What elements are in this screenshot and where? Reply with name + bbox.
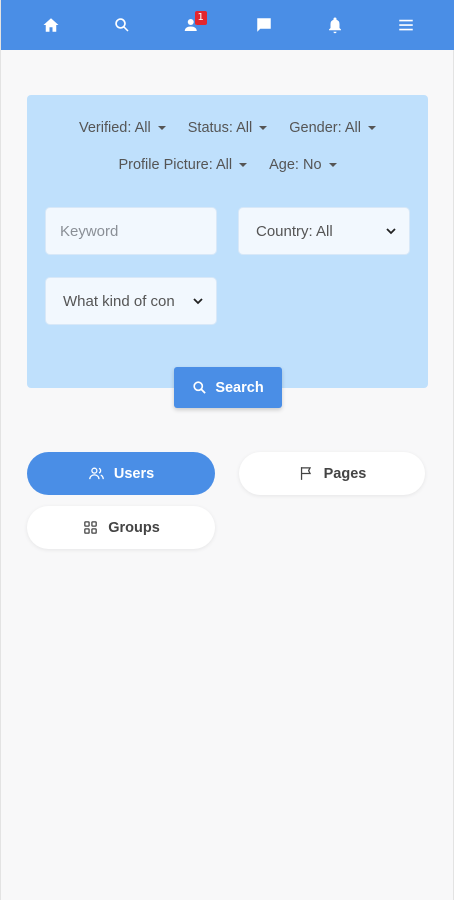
search-button[interactable]: Search: [174, 367, 282, 408]
friend-requests-button[interactable]: 1: [175, 7, 211, 43]
country-select[interactable]: Country: All: [238, 207, 410, 255]
caret-down-icon: [239, 163, 248, 167]
tab-pages-label: Pages: [323, 465, 367, 482]
age-filter-label: Age: No: [269, 157, 322, 173]
search-icon: [193, 381, 207, 394]
country-select-value: Country: All: [256, 222, 333, 240]
profile-picture-filter-label: Profile Picture: All: [118, 157, 233, 173]
filter-row-2: Profile Picture: All Age: No: [27, 157, 428, 173]
grid-icon: [84, 521, 98, 534]
age-filter[interactable]: Age: No: [269, 157, 337, 173]
home-icon: [43, 18, 58, 32]
tab-users-label: Users: [113, 465, 155, 482]
chat-icon: [256, 18, 271, 32]
messages-button[interactable]: [246, 7, 282, 43]
search-button-label: Search: [215, 379, 264, 396]
content-kind-value: What kind of con: [63, 292, 175, 310]
keyword-input[interactable]: Keyword: [45, 207, 217, 255]
verified-filter[interactable]: Verified: All: [79, 120, 166, 136]
status-filter-label: Status: All: [187, 120, 253, 136]
content-kind-select[interactable]: What kind of con: [45, 277, 217, 325]
filter-row-1: Verified: All Status: All Gender: All: [27, 120, 428, 136]
search-nav-button[interactable]: [104, 7, 140, 43]
notifications-button[interactable]: [317, 7, 353, 43]
tab-groups[interactable]: Groups: [27, 506, 215, 549]
search-icon: [114, 18, 129, 32]
gender-filter-label: Gender: All: [289, 120, 361, 136]
bell-icon: [328, 17, 341, 34]
home-button[interactable]: [33, 7, 69, 43]
tab-pages[interactable]: Pages: [239, 452, 425, 495]
caret-down-icon: [157, 126, 166, 130]
chevron-down-icon: [385, 225, 397, 237]
search-filter-panel: Verified: All Status: All Gender: All Pr…: [27, 95, 428, 388]
caret-down-icon: [328, 163, 337, 167]
profile-picture-filter[interactable]: Profile Picture: All: [118, 157, 248, 173]
tab-users[interactable]: Users: [27, 452, 215, 495]
caret-down-icon: [259, 126, 268, 130]
chevron-down-icon: [192, 295, 204, 307]
status-filter[interactable]: Status: All: [187, 120, 268, 136]
caret-down-icon: [367, 126, 376, 130]
verified-filter-label: Verified: All: [79, 120, 151, 136]
keyword-placeholder: Keyword: [60, 222, 119, 240]
top-nav-bar: 1: [1, 0, 454, 50]
menu-icon: [398, 19, 413, 31]
users-icon: [88, 467, 104, 480]
gender-filter[interactable]: Gender: All: [289, 120, 376, 136]
flag-icon: [300, 467, 311, 480]
tab-groups-label: Groups: [108, 519, 160, 536]
menu-button[interactable]: [388, 7, 424, 43]
notification-badge: 1: [194, 11, 207, 25]
